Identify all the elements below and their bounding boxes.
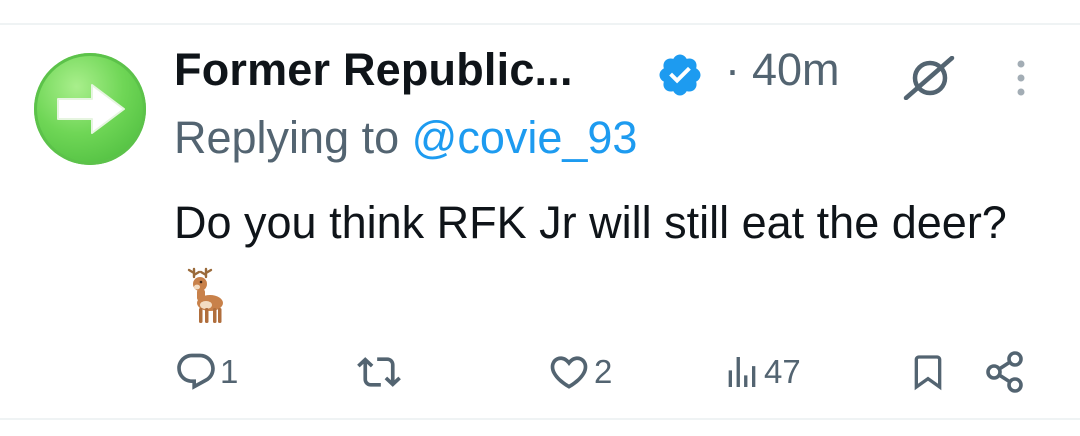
like-button[interactable]: 2 <box>546 350 612 394</box>
share-button[interactable] <box>984 350 1026 394</box>
bookmark-button[interactable] <box>908 350 948 394</box>
tweet-body: Do you think RFK Jr will still eat the d… <box>174 197 1007 248</box>
views-button[interactable]: 47 <box>722 350 801 394</box>
grok-icon[interactable] <box>902 56 958 100</box>
top-divider <box>0 23 1080 25</box>
deer-emoji-icon <box>187 267 223 323</box>
author-name[interactable]: Former Republic... <box>174 44 573 96</box>
heart-icon <box>550 356 588 389</box>
dot-separator: · <box>725 44 740 95</box>
more-icon[interactable] <box>1014 58 1028 98</box>
share-icon <box>986 351 1023 393</box>
avatar[interactable] <box>34 53 146 165</box>
reply-count: 1 <box>220 353 239 390</box>
tweet-text: Do you think RFK Jr will still eat the d… <box>174 186 1054 332</box>
reply-prefix: Replying to <box>174 112 412 163</box>
verified-badge-icon[interactable] <box>656 51 704 99</box>
replying-to: Replying to @covie_93 <box>174 112 637 164</box>
bottom-divider <box>0 418 1080 420</box>
view-count: 47 <box>764 353 801 390</box>
reply-handle-link[interactable]: @covie_93 <box>412 112 638 163</box>
views-icon <box>728 357 756 387</box>
reply-button[interactable]: 1 <box>174 350 238 394</box>
action-bar: 1 2 47 <box>174 350 1034 398</box>
timestamp[interactable]: 40m <box>752 44 840 96</box>
repost-icon <box>357 357 401 387</box>
bookmark-icon <box>914 355 942 391</box>
reply-icon <box>177 353 215 390</box>
tweet-header: Former Republic... · 40m <box>174 44 1054 106</box>
right-arrow-icon <box>57 84 125 134</box>
repost-button[interactable] <box>356 350 404 394</box>
like-count: 2 <box>594 353 613 390</box>
